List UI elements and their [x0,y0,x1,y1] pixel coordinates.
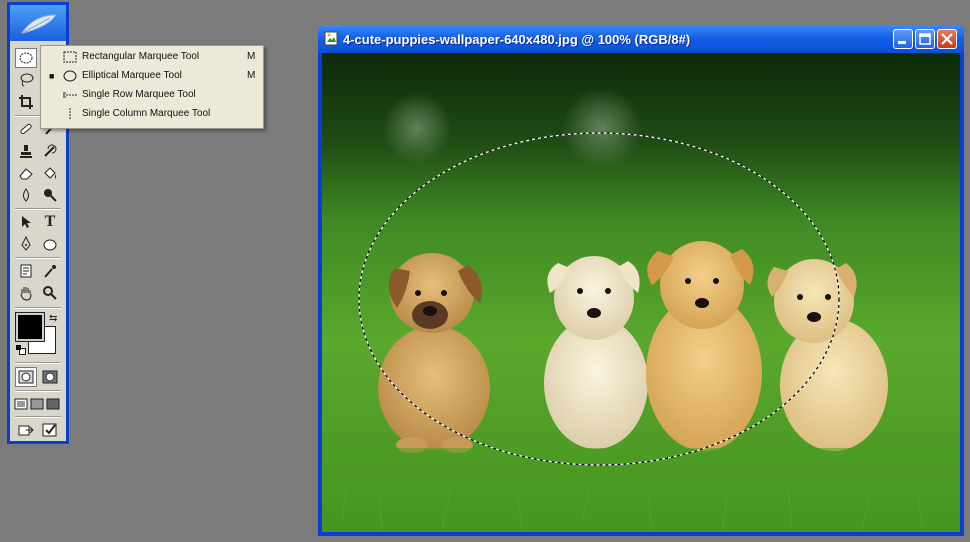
screen-mode-icon [14,398,28,410]
path-selection-tool[interactable] [15,212,37,232]
eraser-tool[interactable] [15,163,37,183]
notes-icon [20,264,32,278]
quick-mask-icon [42,370,58,384]
ellipse-shape-tool[interactable] [39,234,61,254]
imageready-icon [18,425,34,436]
menu-item-label: Single Column Marquee Tool [82,108,211,119]
menu-item-single-column-marquee[interactable]: Single Column Marquee Tool [41,105,263,124]
image-file-icon [324,31,338,46]
toolbox-divider [15,362,61,364]
document-window: 4-cute-puppies-wallpaper-640x480.jpg @ 1… [318,25,964,536]
menu-item-rectangular-marquee[interactable]: Rectangular Marquee Tool M [41,48,263,67]
single-column-marquee-icon [69,108,71,120]
magnifier-icon [43,286,57,300]
toolbox-divider [15,257,61,259]
minimize-button[interactable] [893,29,913,49]
stamp-icon [20,145,32,158]
quick-mask-button[interactable] [39,367,61,387]
document-title: 4-cute-puppies-wallpaper-640x480.jpg @ 1… [343,32,691,47]
dodge-tool[interactable] [39,185,61,205]
elliptical-marquee-tool[interactable] [15,48,37,68]
history-brush-tool[interactable] [39,141,61,161]
hand-icon [20,287,32,301]
puppy-golden [646,241,762,451]
default-colors-icon[interactable] [16,345,26,355]
puppy-brown [378,253,490,453]
menu-item-label: Single Row Marquee Tool [82,89,196,100]
standard-mode-icon [18,370,34,384]
ellipse-marquee-icon [63,70,77,82]
toolbox-header[interactable] [10,5,66,41]
crop-tool[interactable] [15,92,37,112]
close-button[interactable] [937,29,957,49]
ellipse-icon [43,239,57,251]
toolbox-divider [15,208,61,210]
single-row-marquee-icon [63,92,77,98]
screen-mode-full-menu-button[interactable] [29,394,45,414]
maximize-button[interactable] [915,29,935,49]
screen-mode-icon [30,398,44,410]
eyedropper-icon [44,265,56,278]
history-brush-icon [44,144,57,157]
paint-bucket-tool[interactable] [39,163,61,183]
checkmark-tool[interactable] [39,420,61,440]
healing-brush-tool[interactable] [15,119,37,139]
menu-item-shortcut: M [247,70,256,81]
jump-to-imageready-button[interactable] [15,420,37,440]
image-canvas[interactable] [322,53,960,532]
bandage-icon [20,123,32,135]
clone-stamp-tool[interactable] [15,141,37,161]
drop-icon [23,188,29,202]
pen-tool[interactable] [15,234,37,254]
menu-item-elliptical-marquee[interactable]: ■ Elliptical Marquee Tool M [41,67,263,86]
puppies-photo [322,53,960,532]
notes-tool[interactable] [15,261,37,281]
blur-tool[interactable] [15,185,37,205]
arrow-icon [22,216,31,228]
crop-icon [19,95,33,109]
selected-bullet-icon: ■ [49,71,55,81]
feather-logo-icon [20,14,58,34]
menu-item-label: Elliptical Marquee Tool [82,70,182,81]
screen-mode-standard-button[interactable] [13,394,29,414]
type-icon: T [44,213,56,230]
menu-item-shortcut: M [247,51,256,62]
paint-bucket-icon [44,167,56,179]
dodge-icon [44,189,57,202]
rectangle-marquee-icon [63,51,77,63]
pen-icon [21,236,31,251]
lasso-icon [20,73,34,87]
menu-item-label: Rectangular Marquee Tool [82,51,200,62]
zoom-tool[interactable] [39,283,61,303]
puppy-white [544,256,648,449]
maximize-icon [919,33,931,45]
screen-mode-full-button[interactable] [45,394,61,414]
eyedropper-tool[interactable] [39,261,61,281]
toolbox-divider [15,307,61,309]
screen-mode-icon [46,398,60,410]
close-icon [941,33,953,45]
minimize-icon [898,41,906,44]
type-tool[interactable]: T [39,212,61,232]
ellipse-marquee-icon [19,52,33,64]
lasso-tool[interactable] [15,70,37,90]
hand-tool[interactable] [15,283,37,303]
toolbox-divider [15,416,61,418]
foreground-color-swatch[interactable] [15,312,45,342]
document-titlebar[interactable]: 4-cute-puppies-wallpaper-640x480.jpg @ 1… [318,25,964,53]
standard-mode-button[interactable] [15,367,37,387]
menu-item-single-row-marquee[interactable]: Single Row Marquee Tool [41,86,263,105]
eraser-icon [19,168,33,180]
swap-colors-icon[interactable]: ⇆ [49,313,57,324]
marquee-tool-flyout-menu: Rectangular Marquee Tool M ■ Elliptical … [40,45,264,129]
checkmark-icon [42,423,57,437]
toolbox-divider [15,390,61,392]
